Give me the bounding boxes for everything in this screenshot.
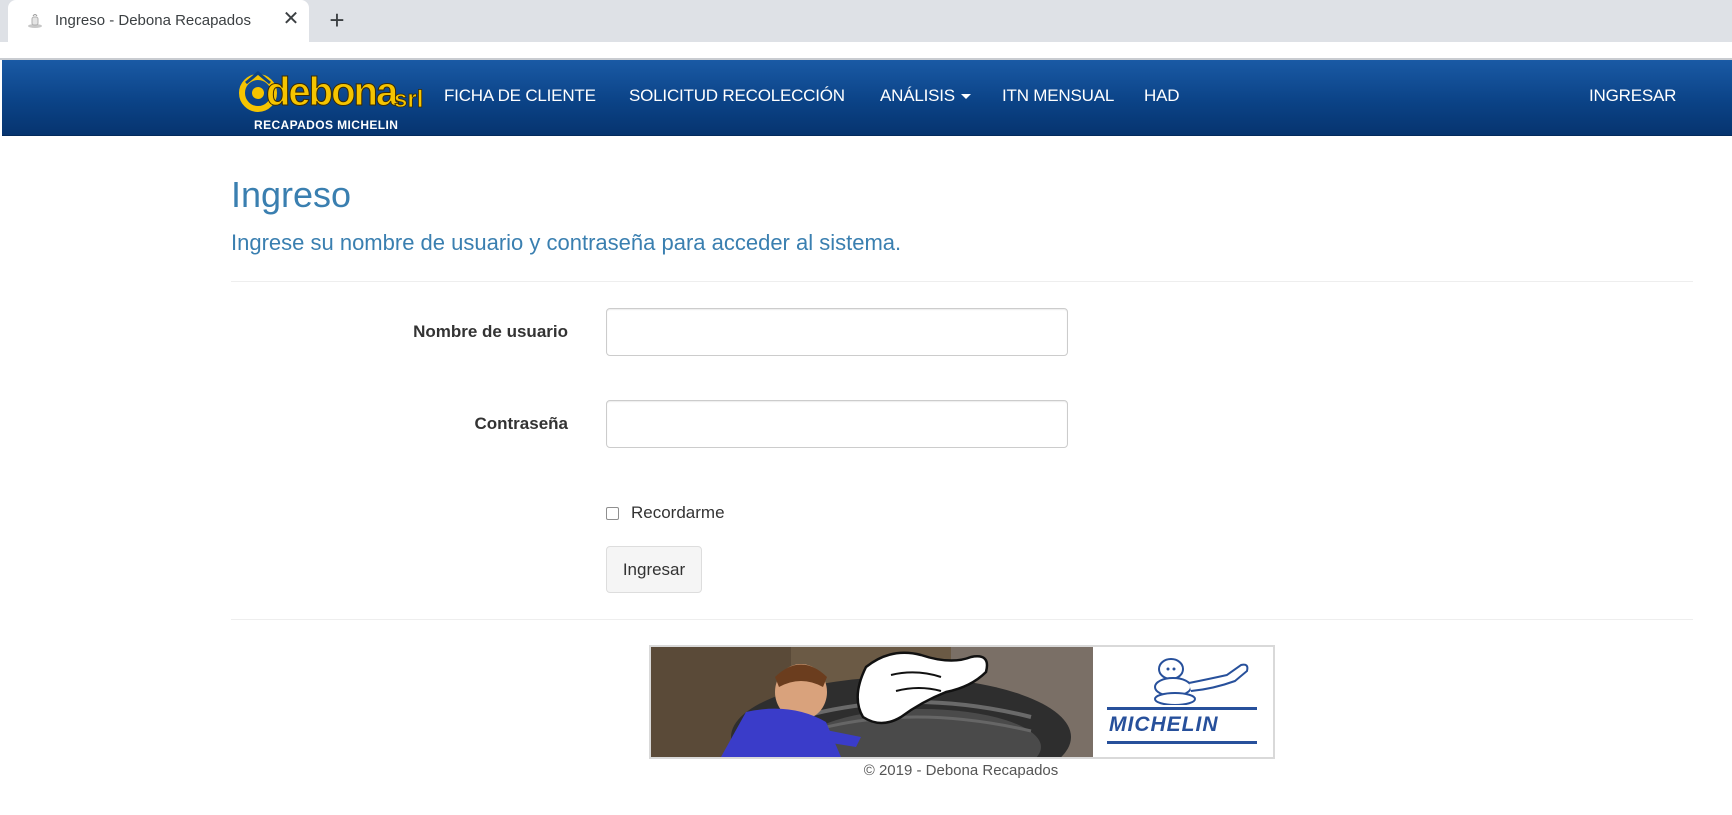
page-title: Ingreso [231, 174, 352, 215]
new-tab-icon[interactable]: + [324, 7, 350, 34]
remember-checkbox[interactable] [606, 507, 619, 520]
browser-tab-strip: Ingreso - Debona Recapados ✕ + [0, 0, 1732, 42]
svg-text:srl: srl [394, 86, 423, 113]
site-favicon-icon [28, 14, 42, 28]
password-input[interactable] [606, 400, 1068, 448]
nav-link-ficha-de-cliente[interactable]: FICHA DE CLIENTE [444, 86, 596, 106]
nav-dropdown-analisis[interactable]: ANÁLISIS [880, 86, 971, 106]
debona-logo[interactable]: debona srl RECAPADOS MICHELIN [236, 63, 426, 135]
browser-toolbar-divider [0, 42, 1732, 60]
password-label: Contraseña [474, 414, 568, 433]
nav-link-analisis: ANÁLISIS [880, 86, 955, 105]
logo-subtitle: RECAPADOS MICHELIN [254, 118, 399, 132]
page-subtitle: Ingrese su nombre de usuario y contraseñ… [231, 230, 902, 255]
tire-technician-photo [651, 647, 1093, 757]
svg-text:debona: debona [266, 70, 399, 114]
divider-top [231, 281, 1693, 282]
tab-title: Ingreso - Debona Recapados [55, 12, 251, 29]
username-input[interactable] [606, 308, 1068, 356]
login-submit-button[interactable]: Ingresar [606, 546, 702, 593]
nav-link-had[interactable]: HAD [1144, 86, 1179, 106]
tab-close-icon[interactable]: ✕ [280, 8, 302, 30]
nav-link-itn-mensual[interactable]: ITN MENSUAL [1002, 86, 1114, 106]
footer: © 2019 - Debona Recapados [0, 762, 1732, 779]
remember-label[interactable]: Recordarme [631, 503, 725, 523]
nav-link-ingresar[interactable]: INGRESAR [1589, 86, 1676, 106]
top-navbar: debona srl RECAPADOS MICHELIN FICHA DE C… [2, 60, 1732, 136]
michelin-wordmark: MICHELIN [1109, 713, 1219, 736]
browser-tab[interactable]: Ingreso - Debona Recapados ✕ [8, 0, 309, 42]
michelin-brand-panel: MICHELIN [1093, 647, 1273, 757]
bibendum-icon [1154, 658, 1249, 705]
divider-bottom [231, 619, 1693, 620]
michelin-banner: MICHELIN [649, 645, 1275, 759]
nav-link-solicitud-recoleccion[interactable]: SOLICITUD RECOLECCIÓN [629, 86, 845, 106]
michelin-bar-top [1107, 707, 1257, 710]
debona-logo-icon: debona srl [239, 70, 424, 115]
caret-down-icon [960, 94, 971, 100]
copyright-text: © 2019 - Debona Recapados [863, 762, 1059, 779]
michelin-bar-bottom [1107, 741, 1257, 744]
username-label: Nombre de usuario [413, 322, 568, 341]
